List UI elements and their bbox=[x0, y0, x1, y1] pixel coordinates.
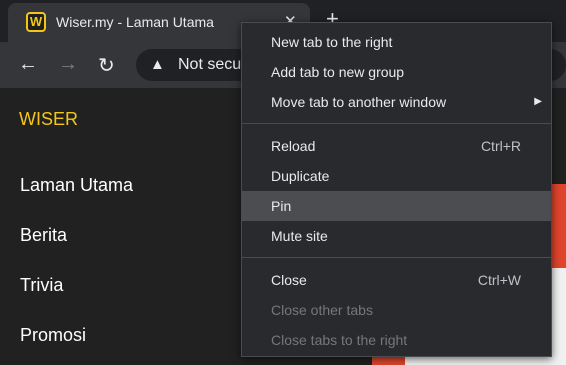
menu-item-label: Close tabs to the right bbox=[271, 332, 408, 348]
menu-item-close-tabs-right: Close tabs to the right bbox=[242, 325, 551, 355]
nav-link-berita[interactable]: Berita bbox=[20, 225, 67, 246]
menu-item-shortcut: Ctrl+W bbox=[477, 272, 521, 288]
menu-item-reload[interactable]: Reload Ctrl+R bbox=[242, 131, 551, 161]
menu-item-label: Mute site bbox=[271, 228, 328, 244]
menu-item-label: Close other tabs bbox=[271, 302, 373, 318]
menu-item-label: Reload bbox=[271, 138, 316, 154]
site-brand[interactable]: WISER bbox=[19, 109, 78, 130]
menu-item-mute-site[interactable]: Mute site bbox=[242, 221, 551, 251]
menu-item-move-tab-window[interactable]: Move tab to another window ▶ bbox=[242, 87, 551, 117]
menu-item-label: Duplicate bbox=[271, 168, 330, 184]
wiser-favicon-icon: W bbox=[26, 12, 46, 32]
menu-item-pin[interactable]: Pin bbox=[242, 191, 551, 221]
menu-item-label: New tab to the right bbox=[271, 34, 393, 50]
menu-item-add-tab-to-group[interactable]: Add tab to new group bbox=[242, 57, 551, 87]
menu-item-duplicate[interactable]: Duplicate bbox=[242, 161, 551, 191]
menu-item-label: Add tab to new group bbox=[271, 64, 405, 80]
menu-item-label: Pin bbox=[271, 198, 292, 214]
security-status-text[interactable]: Not secu bbox=[178, 56, 241, 74]
reload-icon[interactable]: ↻ bbox=[98, 53, 115, 78]
menu-item-close-other-tabs: Close other tabs bbox=[242, 295, 551, 325]
back-icon[interactable]: ← bbox=[18, 53, 38, 76]
menu-separator bbox=[242, 123, 551, 124]
not-secure-warning-icon[interactable]: ▲ bbox=[150, 56, 165, 73]
menu-item-new-tab-right[interactable]: New tab to the right bbox=[242, 27, 551, 57]
menu-item-close[interactable]: Close Ctrl+W bbox=[242, 265, 551, 295]
nav-link-trivia[interactable]: Trivia bbox=[20, 275, 63, 296]
nav-link-promosi[interactable]: Promosi bbox=[20, 325, 86, 346]
tab-title: Wiser.my - Laman Utama bbox=[56, 14, 214, 30]
submenu-arrow-icon: ▶ bbox=[534, 96, 542, 107]
menu-item-shortcut: Ctrl+R bbox=[480, 138, 521, 154]
tab-context-menu: New tab to the right Add tab to new grou… bbox=[241, 22, 552, 357]
menu-item-label: Move tab to another window bbox=[271, 94, 447, 110]
menu-separator bbox=[242, 257, 551, 258]
nav-link-laman-utama[interactable]: Laman Utama bbox=[20, 175, 133, 196]
menu-item-label: Close bbox=[271, 272, 307, 288]
forward-icon[interactable]: → bbox=[58, 53, 78, 76]
